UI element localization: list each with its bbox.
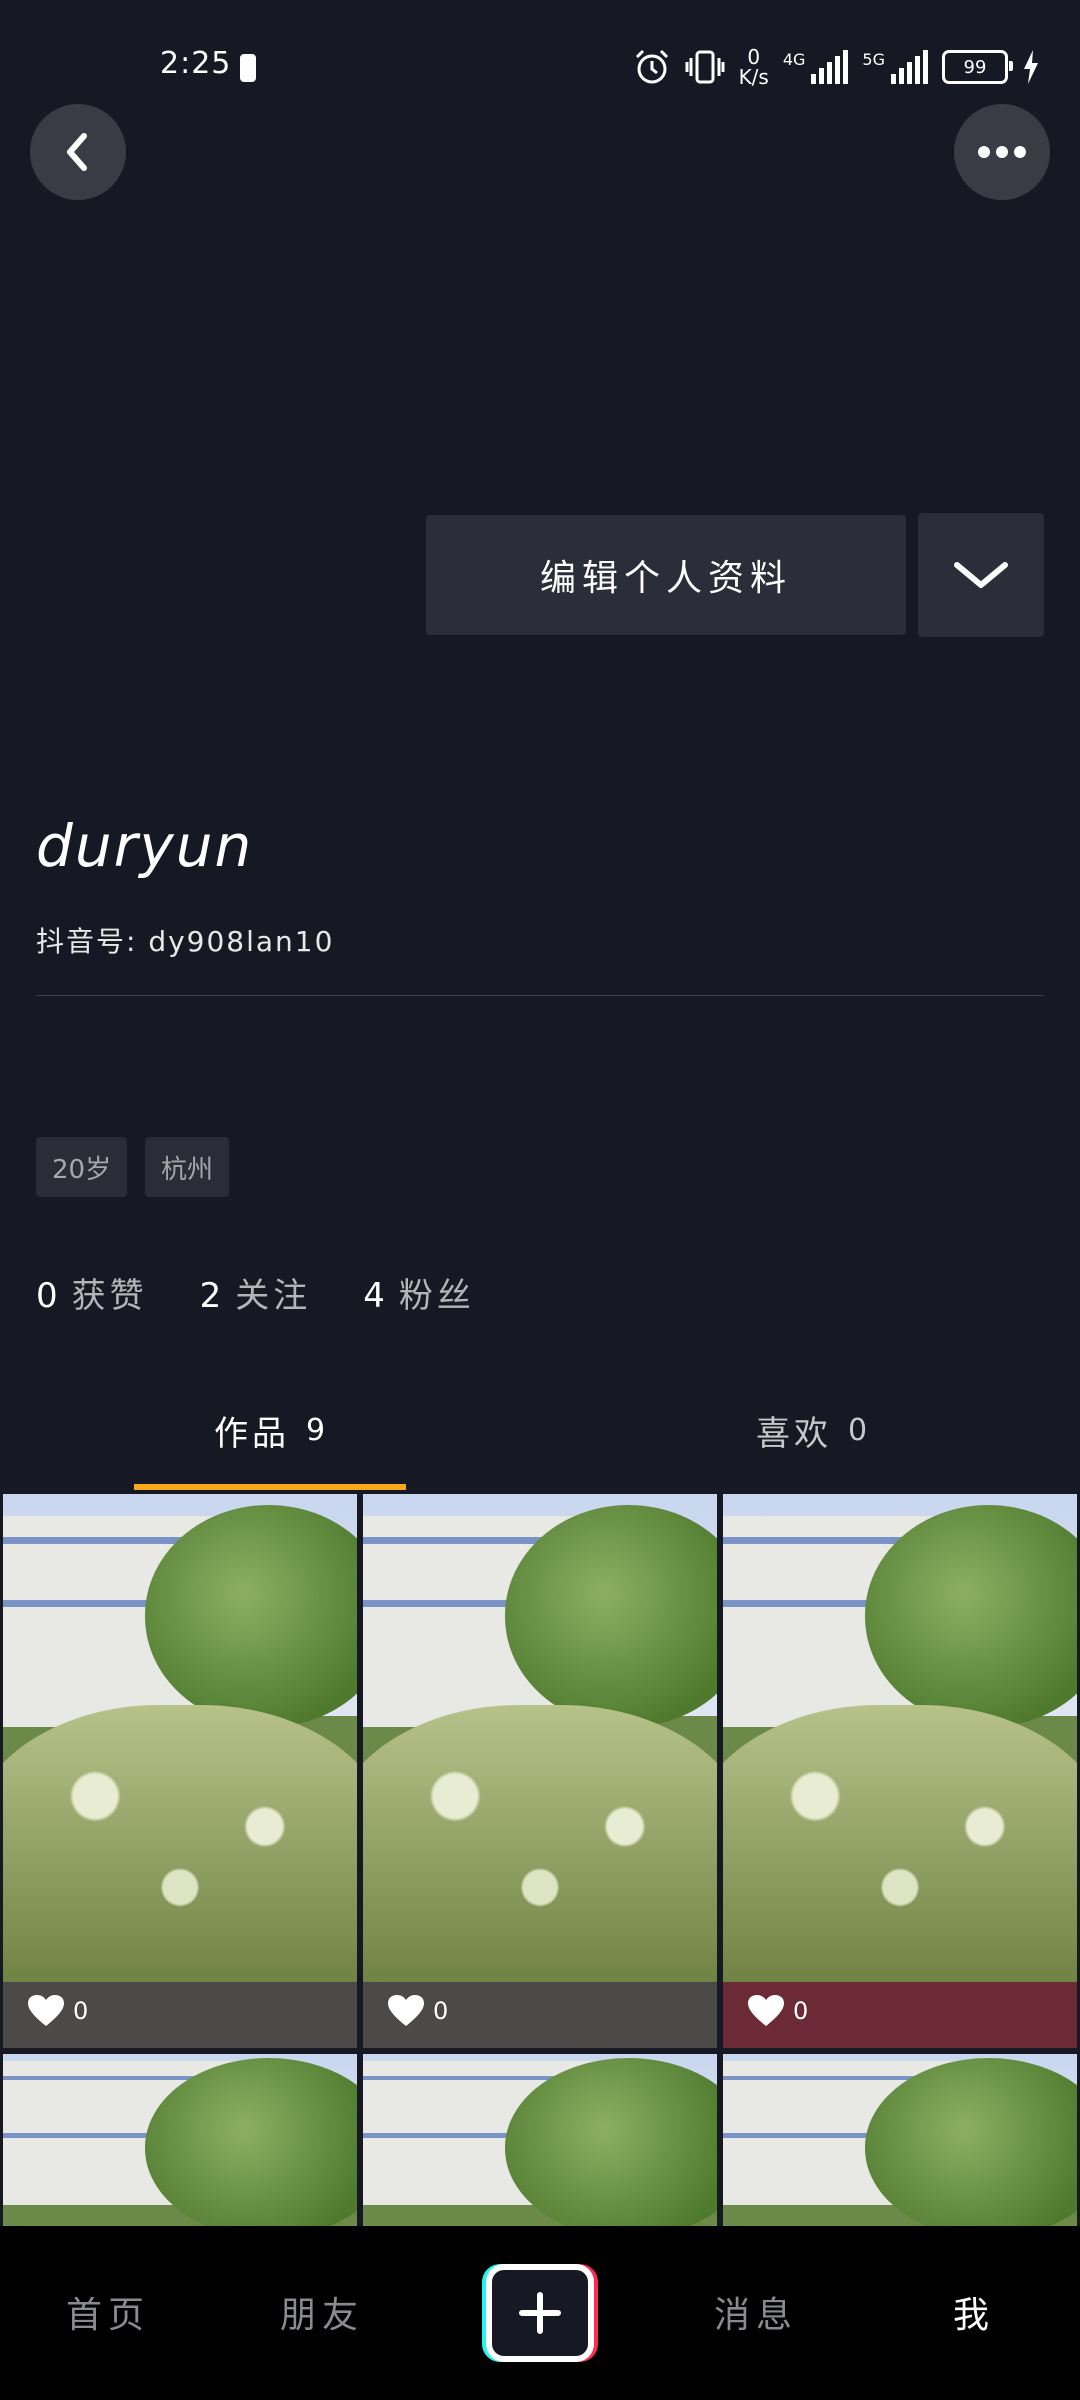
sim1-label: 4G bbox=[782, 50, 806, 69]
tab-works-count: 9 bbox=[306, 1412, 330, 1448]
battery-icon: 99 bbox=[942, 50, 1013, 84]
age-tag: 20岁 bbox=[36, 1137, 128, 1197]
net-speed: 0 K/s bbox=[739, 47, 769, 87]
nav-home[interactable]: 首页 bbox=[66, 2286, 150, 2338]
video-thumbnail[interactable]: 0 bbox=[363, 1494, 717, 2048]
profile-stats: 0 获赞 2 关注 4 粉丝 bbox=[36, 1268, 475, 1317]
net-speed-value: 0 bbox=[747, 45, 761, 69]
username: duryun bbox=[36, 812, 254, 880]
more-icon bbox=[978, 146, 1026, 158]
tab-works-label: 作品 bbox=[214, 1413, 290, 1454]
bottom-nav: 首页 朋友 消息 我 bbox=[0, 2226, 1080, 2400]
heart-icon bbox=[388, 1995, 424, 2026]
video-thumbnail[interactable]: 0 bbox=[723, 1494, 1077, 2048]
likes-stat[interactable]: 0 获赞 bbox=[36, 1268, 148, 1317]
like-count-overlay: 0 bbox=[747, 1994, 808, 2028]
heart-icon bbox=[28, 1995, 64, 2026]
chevron-down-icon bbox=[954, 562, 1008, 588]
likes-count: 0 bbox=[36, 1276, 58, 1316]
tab-likes-count: 0 bbox=[848, 1412, 872, 1448]
video-thumbnail[interactable]: 0 bbox=[3, 1494, 357, 2048]
back-button[interactable] bbox=[30, 104, 126, 200]
following-count: 2 bbox=[199, 1276, 222, 1316]
video-thumbnail[interactable] bbox=[3, 2054, 357, 2234]
location-tag: 杭州 bbox=[145, 1137, 230, 1197]
battery-level: 99 bbox=[963, 56, 987, 78]
nav-friends[interactable]: 朋友 bbox=[280, 2286, 364, 2338]
heart-icon bbox=[748, 1995, 784, 2026]
signal-icon bbox=[811, 50, 849, 84]
status-time: 2:25 bbox=[160, 46, 232, 81]
signal-icon-2 bbox=[891, 50, 928, 84]
followers-label: 粉丝 bbox=[398, 1276, 475, 1316]
like-count: 0 bbox=[793, 1997, 809, 2025]
edit-profile-button[interactable]: 编辑个人资料 bbox=[426, 515, 906, 635]
followers-count: 4 bbox=[363, 1276, 385, 1316]
charging-icon bbox=[1024, 50, 1038, 84]
like-count-overlay: 0 bbox=[387, 1994, 448, 2028]
net-speed-unit: K/s bbox=[738, 65, 769, 89]
nav-me[interactable]: 我 bbox=[953, 2286, 995, 2338]
video-thumbnail[interactable] bbox=[723, 2054, 1077, 2234]
video-thumbnail[interactable] bbox=[363, 2054, 717, 2234]
vibrate-icon bbox=[685, 50, 725, 84]
like-count: 0 bbox=[73, 1997, 89, 2025]
create-button[interactable] bbox=[482, 2264, 598, 2362]
like-count-overlay: 0 bbox=[27, 1994, 88, 2028]
likes-label: 获赞 bbox=[71, 1276, 148, 1316]
chevron-left-icon bbox=[67, 133, 87, 171]
nav-messages[interactable]: 消息 bbox=[714, 2286, 798, 2338]
following-label: 关注 bbox=[235, 1276, 312, 1316]
douyin-id[interactable]: 抖音号: dy908lan10 bbox=[36, 920, 334, 960]
tab-works[interactable]: 作品 9 bbox=[214, 1400, 329, 1460]
like-count: 0 bbox=[433, 1997, 449, 2025]
divider bbox=[36, 995, 1044, 996]
profile-dropdown-button[interactable] bbox=[918, 513, 1044, 637]
following-stat[interactable]: 2 关注 bbox=[200, 1268, 312, 1317]
status-icons: 0 K/s 4G 5G 99 bbox=[633, 42, 1040, 92]
status-bar: 2:25 0 K/s 4G 5G 99 bbox=[0, 0, 1080, 120]
tab-likes-label: 喜欢 bbox=[756, 1413, 832, 1454]
sim2-label: 5G bbox=[862, 50, 885, 69]
alarm-icon bbox=[635, 49, 668, 84]
tab-likes[interactable]: 喜欢 0 bbox=[756, 1400, 871, 1460]
tab-indicator bbox=[134, 1484, 406, 1490]
more-button[interactable] bbox=[954, 104, 1050, 200]
notification-icon bbox=[240, 54, 256, 82]
plus-icon bbox=[519, 2292, 561, 2334]
followers-stat[interactable]: 4 粉丝 bbox=[363, 1268, 475, 1317]
